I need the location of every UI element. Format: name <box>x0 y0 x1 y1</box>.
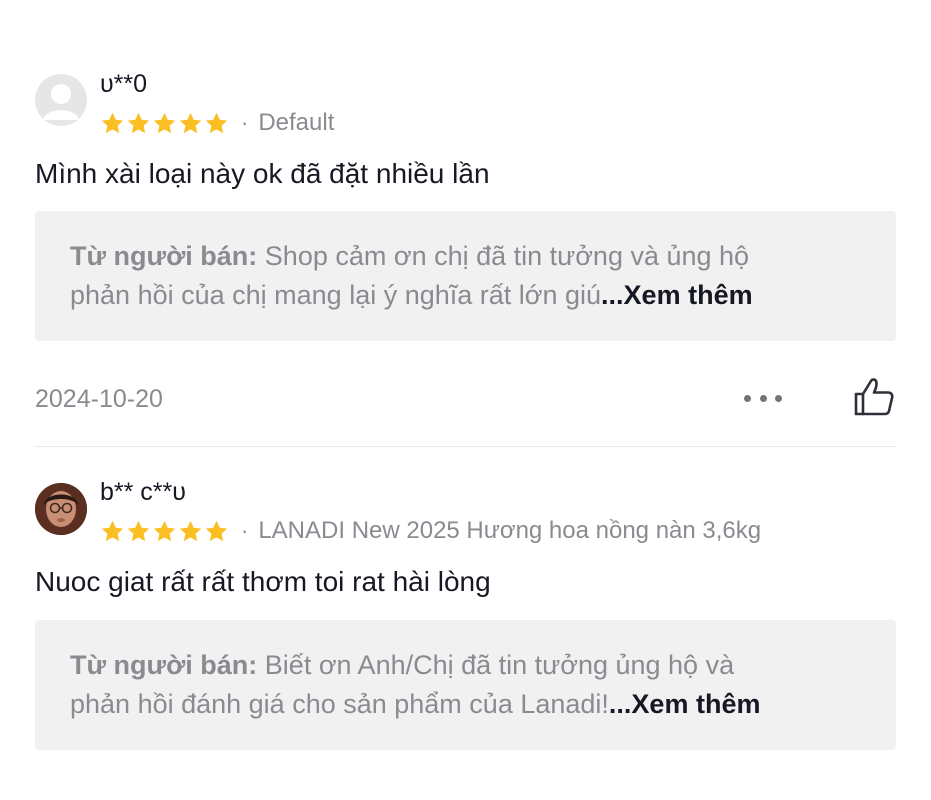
meta-separator: · <box>241 518 249 543</box>
review-text: Nuoc giat rất rất thơm toi rat hài lòng <box>35 566 491 597</box>
user-photo-avatar <box>35 483 87 535</box>
star-icon <box>179 520 202 541</box>
review-item: b** c**υ · LANADI New 2025 Hương hoa nồn… <box>0 0 931 800</box>
seller-reply[interactable]: Từ người bán: Biết ơn Anh/Chị đã tin tưở… <box>35 620 896 750</box>
see-more-link[interactable]: ...Xem thêm <box>609 689 761 719</box>
star-rating <box>100 519 229 544</box>
rating-row: · LANADI New 2025 Hương hoa nồng nàn 3,6… <box>100 517 761 545</box>
seller-reply-text: Biết ơn Anh/Chị đã tin tưởng ủng hộ và <box>264 650 735 680</box>
seller-reply-label: Từ người bán: <box>70 650 258 680</box>
star-icon <box>153 520 176 541</box>
username[interactable]: b** c**υ <box>100 478 186 507</box>
user-avatar[interactable] <box>35 483 87 535</box>
star-icon <box>205 520 228 541</box>
star-icon <box>101 520 124 541</box>
star-icon <box>127 520 150 541</box>
seller-reply-line: Từ người bán: Biết ơn Anh/Chị đã tin tưở… <box>70 646 862 685</box>
seller-reply-line: phản hồi đánh giá cho sản phẩm của Lanad… <box>70 685 862 724</box>
seller-reply-text: phản hồi đánh giá cho sản phẩm của Lanad… <box>70 689 609 719</box>
product-variant: LANADI New 2025 Hương hoa nồng nàn 3,6kg <box>258 517 762 544</box>
